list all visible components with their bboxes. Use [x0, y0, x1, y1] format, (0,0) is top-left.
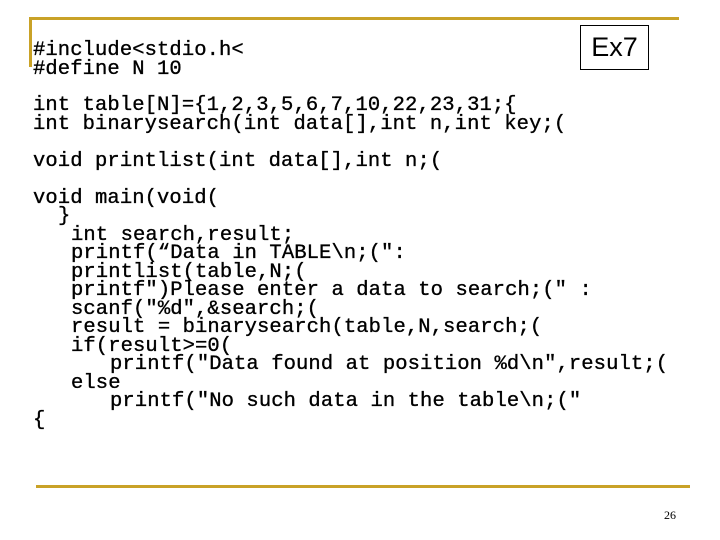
top-accent-bar — [29, 17, 679, 20]
code-line-printlist-proto: void printlist(int data[],int n;( — [33, 150, 443, 173]
example-label-box: Ex7 — [580, 25, 649, 70]
example-label: Ex7 — [591, 32, 638, 62]
code-line-printf-notfound: printf("No such data in the table\n;(" — [110, 390, 582, 413]
code-line-define: #define N 10 — [33, 58, 182, 81]
code-line-open-brace: } — [58, 205, 71, 228]
code-line-close-brace: { — [33, 409, 46, 432]
page-number: 26 — [664, 508, 676, 522]
slide: Ex7 #include<stdio.h< #define N 10 int t… — [0, 0, 720, 540]
left-accent-bar — [29, 17, 32, 67]
bottom-accent-bar — [36, 485, 690, 488]
code-line-binarysearch-proto: int binarysearch(int data[],int n,int ke… — [33, 113, 567, 136]
code-line-printf-found: printf("Data found at position %d\n",res… — [110, 353, 669, 376]
